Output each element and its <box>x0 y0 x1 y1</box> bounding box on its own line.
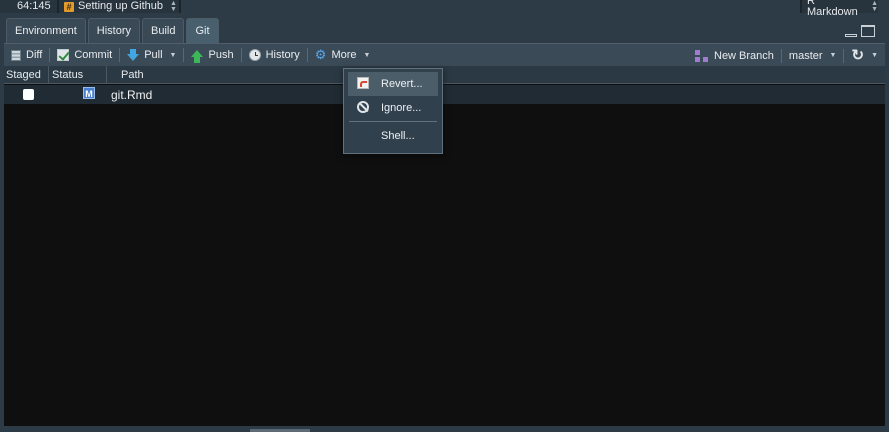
more-dropdown-menu: Revert... Ignore... Shell... <box>343 68 443 154</box>
gear-icon: ⚙ <box>314 47 327 62</box>
revert-icon <box>357 77 369 89</box>
pane-window-controls <box>845 25 875 37</box>
column-label: Status <box>52 68 84 81</box>
tab-history[interactable]: History <box>87 18 140 43</box>
file-list: M git.Rmd <box>4 84 885 426</box>
menu-item-label: Revert... <box>381 78 423 90</box>
new-branch-label: New Branch <box>714 49 774 62</box>
hash-icon: # <box>64 1 74 12</box>
chevron-down-icon[interactable]: ▼ <box>170 52 177 59</box>
pull-arrow-down-icon <box>127 48 140 61</box>
toolbar-right-group: New Branch master ▼ ↻ ▼ <box>688 44 885 67</box>
refresh-icon: ↻ <box>851 46 865 64</box>
ignore-icon <box>357 101 369 113</box>
section-navigator[interactable]: # Setting up Github ▲ ▼ <box>59 0 181 13</box>
chevron-down-icon: ▼ <box>829 52 837 59</box>
tab-label: Git <box>195 25 210 37</box>
tab-label: Environment <box>15 25 77 37</box>
updown-caret-icon: ▲ ▼ <box>871 0 878 13</box>
updown-caret-icon: ▲ ▼ <box>170 0 177 13</box>
modified-status-icon: M <box>83 87 95 99</box>
branch-selector[interactable]: master ▼ <box>782 44 844 67</box>
tab-environment[interactable]: Environment <box>6 18 86 43</box>
commit-checkmark-icon <box>57 49 70 61</box>
tab-label: Build <box>151 25 176 37</box>
diff-icon <box>11 49 21 61</box>
diff-button[interactable]: Diff <box>4 44 49 67</box>
menu-item-revert[interactable]: Revert... <box>348 72 438 96</box>
push-button[interactable]: Push <box>184 44 240 67</box>
more-label: More <box>331 49 357 61</box>
chevron-down-icon: ▼ <box>363 51 371 59</box>
table-row[interactable]: M git.Rmd <box>4 85 885 104</box>
menu-item-label: Shell... <box>381 130 415 142</box>
branch-icon <box>695 49 709 62</box>
push-label: Push <box>208 49 234 61</box>
menu-separator <box>349 121 437 122</box>
column-label: Staged <box>6 68 41 81</box>
pane-tab-bar: Environment History Build Git <box>0 17 889 43</box>
diff-label: Diff <box>26 49 43 61</box>
tab-git[interactable]: Git <box>186 18 219 43</box>
branch-name: master <box>788 49 823 62</box>
tab-label: History <box>96 25 131 37</box>
cursor-position: 64:145 <box>0 0 59 13</box>
refresh-button[interactable]: ↻ ▼ <box>844 44 885 67</box>
editor-status-bar: 64:145 # Setting up Github ▲ ▼ R Markdown… <box>0 0 889 17</box>
staged-checkbox[interactable] <box>23 89 34 100</box>
column-header-staged[interactable]: Staged <box>4 65 49 84</box>
chevron-down-icon[interactable]: ▼ <box>871 52 878 59</box>
column-label: Path <box>121 68 144 81</box>
minimize-icon[interactable] <box>845 34 857 37</box>
history-label: History <box>265 49 300 61</box>
commit-label: Commit <box>74 49 113 61</box>
pull-button[interactable]: Pull ▼ <box>120 44 183 67</box>
menu-item-ignore[interactable]: Ignore... <box>348 96 438 120</box>
file-list-header: Staged Status Path <box>4 65 885 84</box>
clock-icon <box>248 49 261 61</box>
push-arrow-up-icon <box>191 49 204 63</box>
history-button[interactable]: History <box>242 44 307 67</box>
column-header-status[interactable]: Status <box>49 65 107 84</box>
menu-item-label: Ignore... <box>381 102 422 114</box>
file-path[interactable]: git.Rmd <box>111 88 152 102</box>
column-header-path[interactable]: Path <box>107 66 144 84</box>
commit-button[interactable]: Commit <box>50 44 119 67</box>
more-menu-button[interactable]: ⚙ More ▼ <box>308 44 378 67</box>
git-toolbar: Diff Commit Pull ▼ Push History ⚙ More ▼… <box>4 43 885 66</box>
cursor-position-text: 64:145 <box>17 0 51 12</box>
section-label: Setting up Github <box>78 0 164 12</box>
doc-mode-label: R Markdown <box>807 0 858 18</box>
tab-build[interactable]: Build <box>142 18 185 43</box>
pull-label: Pull <box>144 49 163 61</box>
doc-mode-selector[interactable]: R Markdown ▲ ▼ <box>800 0 878 17</box>
maximize-icon[interactable] <box>861 25 875 37</box>
new-branch-button[interactable]: New Branch <box>688 44 781 67</box>
menu-item-shell[interactable]: Shell... <box>348 124 438 148</box>
